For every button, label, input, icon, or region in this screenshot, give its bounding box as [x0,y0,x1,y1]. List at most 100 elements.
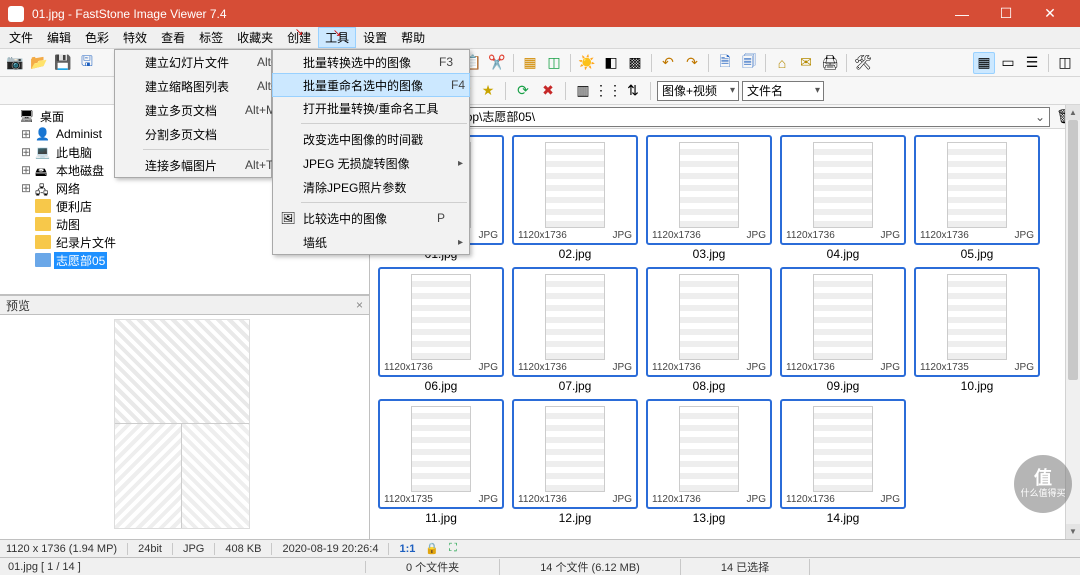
thumb-dim: 1120x1736 [518,230,567,241]
address-input[interactable]: ninistrator\Desktop\志愿部05\ [374,107,1050,127]
menu-item[interactable]: JPEG 无损旋转图像 [273,151,469,175]
thumbnail[interactable]: 1120x1736JPG04.jpg [780,135,906,261]
menu-create[interactable]: 创建 ↘ [280,27,318,48]
preview-header-label: 预览 [6,297,30,314]
tool-rotate-r-icon[interactable]: ↷ [681,52,703,74]
menu-item[interactable]: 改变选中图像的时间戳 [273,127,469,151]
menu-item[interactable]: 墙纸 [273,230,469,254]
nav-list2-icon[interactable]: ⋮⋮ [597,80,619,102]
thumbnail[interactable]: 1120x1736JPG06.jpg [378,267,504,393]
menu-item[interactable]: 打开批量转换/重命名工具 [273,96,469,120]
thumb-fmt: JPG [881,362,900,373]
thumb-fmt: JPG [1015,362,1034,373]
thumb-dim: 1120x1736 [786,362,835,373]
menu-view[interactable]: 查看 [154,27,192,48]
nav-stop-icon[interactable]: ✖ [537,80,559,102]
view-dual-icon[interactable]: ◫ [1054,52,1076,74]
menu-item[interactable]: 分割多页文档 [115,122,271,146]
menu-item[interactable]: 清除JPEG照片参数 [273,175,469,199]
thumbnail-grid[interactable]: 1120x1736JPG01.jpg1120x1736JPG02.jpg1120… [370,129,1080,539]
menu-effects[interactable]: 特效 [116,27,154,48]
filter-combo[interactable]: 图像+视频 [657,81,739,101]
thumb-name: 02.jpg [559,247,592,261]
tool-cut-icon[interactable]: ✂️ [486,52,508,74]
save-icon[interactable]: 💾 [52,52,74,74]
expand-icon[interactable]: ⊞ [20,181,32,195]
open-icon[interactable]: 📂 [28,52,50,74]
tool-rotate-l-icon[interactable]: ↶ [657,52,679,74]
tool-color-icon[interactable]: ☀️ [576,52,598,74]
tool-doc2-icon[interactable]: 🗐 [738,52,760,74]
nav-grid-icon[interactable]: ▥ [572,80,594,102]
expand-icon[interactable]: ⊞ [20,127,32,141]
maximize-button[interactable]: ☐ [984,0,1028,27]
thumb-name: 14.jpg [827,511,860,525]
thumbnail[interactable]: 1120x1736JPG08.jpg [646,267,772,393]
scroll-thumb[interactable] [1068,120,1078,380]
nav-refresh-icon[interactable]: ⟳ [512,80,534,102]
tool-resize-icon[interactable]: ◧ [600,52,622,74]
thumbnail[interactable]: 1120x1736JPG13.jpg [646,399,772,525]
thumbnail-info: 1120x1736JPG [518,360,632,373]
preview-close-icon[interactable]: × [356,298,363,312]
thumbnail[interactable]: 1120x1736JPG03.jpg [646,135,772,261]
menu-tools[interactable]: 工具 ↘ [318,27,356,48]
menu-settings[interactable]: 设置 [356,27,394,48]
menu-item[interactable]: 批量重命名选中的图像F4 [272,73,470,97]
menu-help[interactable]: 帮助 [394,27,432,48]
menu-tags[interactable]: 标签 [192,27,230,48]
menu-favorites[interactable]: 收藏夹 [230,27,280,48]
thumbnail-box: 1120x1736JPG [646,267,772,377]
sort-combo[interactable]: 文件名 [742,81,824,101]
thumbnail[interactable]: 1120x1736JPG02.jpg [512,135,638,261]
zoom-lock-icon[interactable]: 🔒 [425,542,439,555]
menu-item[interactable]: 连接多幅图片Alt+T [115,153,271,177]
tool-compare-icon[interactable]: ◫ [543,52,565,74]
thumbnail-box: 1120x1736JPG [780,399,906,509]
thumbnail[interactable]: 1120x1736JPG05.jpg [914,135,1040,261]
thumbnail[interactable]: 1120x1735JPG11.jpg [378,399,504,525]
thumbnail-image [813,142,873,228]
menu-edit[interactable]: 编辑 [40,27,78,48]
thumbnail-info: 1120x1735JPG [384,492,498,505]
menu-file[interactable]: 文件 [2,27,40,48]
preview-pane[interactable] [0,315,369,539]
tool-slideshow-icon[interactable]: ▦ [519,52,541,74]
thumbnail[interactable]: 1120x1736JPG 14.jpg [780,399,906,525]
scroll-up-icon[interactable]: ▲ [1066,105,1080,120]
scroll-down-icon[interactable]: ▼ [1066,524,1080,539]
thumbnail[interactable]: 1120x1736JPG07.jpg [512,267,638,393]
expand-icon[interactable]: ⊞ [20,145,32,159]
minimize-button[interactable]: — [940,0,984,27]
thumbnail[interactable]: 1120x1736JPG12.jpg [512,399,638,525]
menu-item[interactable]: 建立多页文档Alt+M [115,98,271,122]
acquire-icon[interactable]: 📷 [4,52,26,74]
thumbnail[interactable]: 1120x1736JPG09.jpg [780,267,906,393]
view-full-icon[interactable]: ▭ [997,52,1019,74]
tool-canvas-icon[interactable]: ▩ [624,52,646,74]
tool-mail-icon[interactable]: ✉ [795,52,817,74]
zoom-fit-icon[interactable]: ⛶ [449,542,457,555]
menu-item[interactable]: 批量转换选中的图像F3 [273,50,469,74]
menu-item[interactable]: 建立幻灯片文件Alt+S [115,50,271,74]
tool-settings-icon[interactable]: 🛠 [852,52,874,74]
menu-create-dropdown[interactable]: 建立幻灯片文件Alt+S建立缩略图列表Alt+C建立多页文档Alt+M分割多页文… [114,49,272,178]
thumb-name: 06.jpg [425,379,458,393]
menu-item[interactable]: 建立缩略图列表Alt+C [115,74,271,98]
close-button[interactable]: ✕ [1028,0,1072,27]
watermark: 值 什么值得买 [1014,455,1072,513]
view-thumb-icon[interactable]: ▦ [973,52,995,74]
tool-scan-icon[interactable]: ⌂ [771,52,793,74]
nav-sort-icon[interactable]: ⇅ [622,80,644,102]
nav-fav-icon[interactable]: ★ [477,80,499,102]
view-list-icon[interactable]: ☰ [1021,52,1043,74]
tool-print-icon[interactable]: 🖨 [819,52,841,74]
menu-tools-dropdown[interactable]: 批量转换选中的图像F3批量重命名选中的图像F4打开批量转换/重命名工具改变选中图… [272,49,470,255]
thumbnail[interactable]: 1120x1735JPG10.jpg [914,267,1040,393]
saveas-icon[interactable]: 🖫 [76,52,98,74]
menu-item[interactable]: 🖼比较选中的图像P [273,206,469,230]
menu-color[interactable]: 色彩 [78,27,116,48]
thumbnail-image [947,142,1007,228]
tool-doc1-icon[interactable]: 🗎 [714,52,736,74]
expand-icon[interactable]: ⊞ [20,163,32,177]
